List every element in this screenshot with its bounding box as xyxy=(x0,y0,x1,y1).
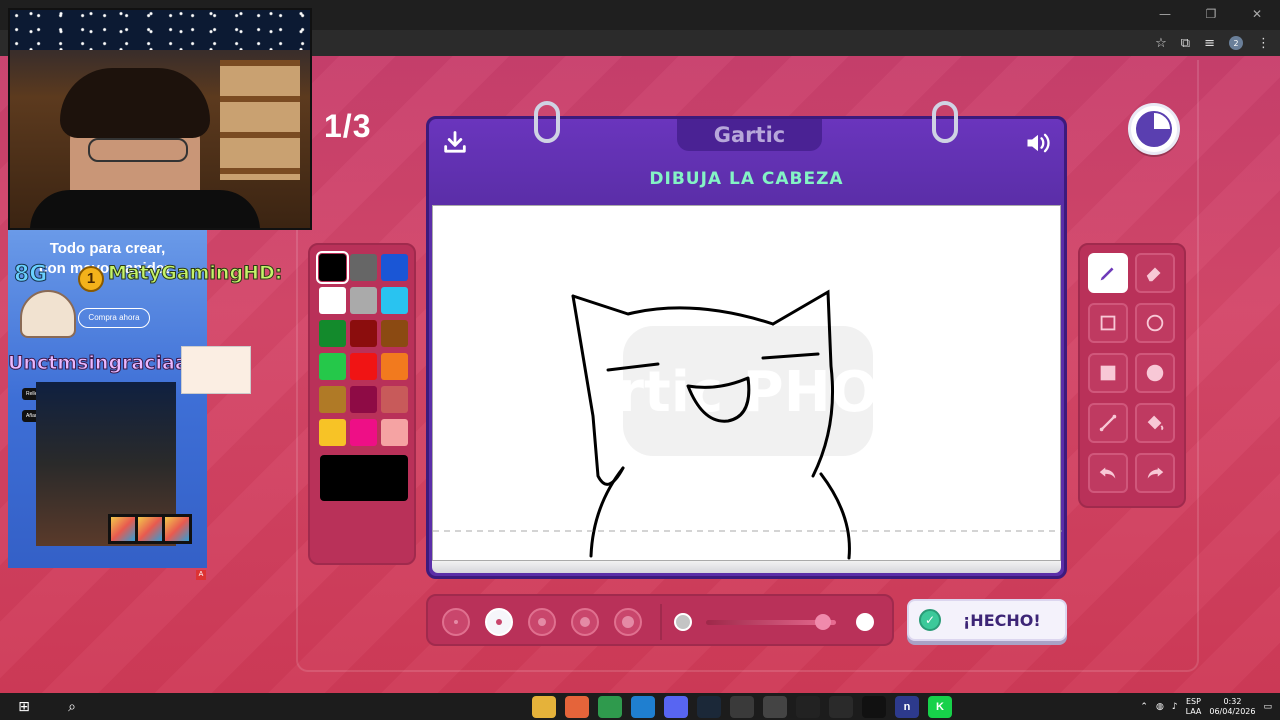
color-swatch[interactable] xyxy=(381,353,408,380)
brush-size-option[interactable] xyxy=(571,608,599,636)
color-swatch[interactable] xyxy=(381,320,408,347)
line-icon[interactable] xyxy=(1088,403,1128,443)
restore-button[interactable]: ❐ xyxy=(1188,0,1234,28)
ad-title: Todo para crear, xyxy=(49,240,166,257)
color-swatch[interactable] xyxy=(350,254,377,281)
download-icon[interactable] xyxy=(441,129,469,157)
round-counter: 1/3 xyxy=(324,108,372,144)
current-color-preview xyxy=(320,455,408,501)
drawing-instruction: DIBUJA LA CABEZA xyxy=(649,169,844,189)
drawing-canvas[interactable]: Gartic PHONE xyxy=(432,205,1062,561)
obs-icon[interactable] xyxy=(730,696,754,718)
color-swatch[interactable] xyxy=(350,419,377,446)
color-swatch[interactable] xyxy=(381,419,408,446)
fill-bucket-icon[interactable] xyxy=(1135,403,1175,443)
minimize-button[interactable]: — xyxy=(1142,0,1188,28)
firefox-icon[interactable] xyxy=(565,696,589,718)
ellipse-outline-icon[interactable] xyxy=(1135,303,1175,343)
color-swatch[interactable] xyxy=(350,386,377,413)
webcam-overlay xyxy=(8,8,312,230)
discord-icon[interactable] xyxy=(664,696,688,718)
chat-username-1: MatyGamingHD: xyxy=(107,262,283,285)
color-swatch[interactable] xyxy=(350,320,377,347)
bookmark-star-icon[interactable]: ☆ xyxy=(1155,36,1167,51)
checkmark-icon: ✓ xyxy=(919,609,941,631)
color-swatch[interactable] xyxy=(319,386,346,413)
timer-icon xyxy=(1128,103,1180,155)
terminal-icon[interactable] xyxy=(862,696,886,718)
color-swatch[interactable] xyxy=(381,254,408,281)
drawing-board: Gartic DIBUJA LA CABEZA Gartic PHONE xyxy=(426,101,1067,579)
ad-cta-button[interactable]: Compra ahora xyxy=(78,308,150,328)
windows-start-icon[interactable]: ⊞ xyxy=(0,693,48,720)
steam-icon[interactable] xyxy=(697,696,721,718)
opacity-max-icon xyxy=(856,613,874,631)
opacity-slider-handle[interactable] xyxy=(815,614,831,630)
brush-size-option[interactable] xyxy=(528,608,556,636)
rectangle-outline-icon[interactable] xyxy=(1088,303,1128,343)
done-button[interactable]: ✓ ¡HECHO! xyxy=(907,599,1067,641)
kick-icon[interactable]: K xyxy=(928,696,952,718)
board-header: Gartic DIBUJA LA CABEZA xyxy=(429,119,1064,203)
undo-icon[interactable] xyxy=(1088,453,1128,493)
media-controls-icon[interactable]: ≡ xyxy=(1204,36,1215,51)
search-icon[interactable]: ⌕ xyxy=(48,693,96,720)
calculator-icon[interactable] xyxy=(763,696,787,718)
ad-marker: A xyxy=(196,570,206,580)
done-button-label: ¡HECHO! xyxy=(963,610,1041,630)
chat-emote-image xyxy=(181,346,251,394)
ad-mascot-image xyxy=(20,290,76,338)
file-explorer-icon[interactable] xyxy=(532,696,556,718)
eraser-icon[interactable] xyxy=(1135,253,1175,293)
color-swatch[interactable] xyxy=(381,287,408,314)
recorder-icon[interactable] xyxy=(796,696,820,718)
windows-taskbar: ⊞ ⌕ nK ⌃ ◍ ♪ ESP LAA 0:32 06/04/2026 ▭ xyxy=(0,693,1280,720)
network-icon[interactable]: ◍ xyxy=(1156,702,1164,712)
color-swatch[interactable] xyxy=(350,287,377,314)
window-controls: — ❐ ✕ xyxy=(1142,0,1280,28)
pencil-icon[interactable] xyxy=(1088,253,1128,293)
system-tray: ⌃ ◍ ♪ ESP LAA 0:32 06/04/2026 ▭ xyxy=(1140,693,1272,720)
language-indicator[interactable]: ESP LAA xyxy=(1186,697,1202,717)
volume-icon[interactable] xyxy=(1024,129,1052,157)
brush-size-option[interactable] xyxy=(485,608,513,636)
brush-size-option[interactable] xyxy=(614,608,642,636)
browser-menu-icon[interactable]: ⋮ xyxy=(1257,36,1270,51)
tray-chevron-icon[interactable]: ⌃ xyxy=(1140,702,1148,712)
canvas-drawing: Gartic PHONE xyxy=(433,289,1062,560)
gartic-logo: Gartic xyxy=(677,119,822,151)
ellipse-filled-icon[interactable] xyxy=(1135,353,1175,393)
opacity-min-icon xyxy=(674,613,692,631)
n-app-icon[interactable]: n xyxy=(895,696,919,718)
color-swatch[interactable] xyxy=(381,386,408,413)
color-palette xyxy=(308,243,416,565)
clock[interactable]: 0:32 06/04/2026 xyxy=(1209,697,1255,717)
chat-level-badge: 1 xyxy=(78,266,104,292)
ad-thumbnail-strip xyxy=(108,514,192,544)
rectangle-filled-icon[interactable] xyxy=(1088,353,1128,393)
close-window-button[interactable]: ✕ xyxy=(1234,0,1280,28)
binder-ring-left xyxy=(534,101,560,143)
brush-size-option[interactable] xyxy=(442,608,470,636)
edge-icon[interactable] xyxy=(631,696,655,718)
chat-sub-badge: 8G xyxy=(14,262,48,288)
color-swatch[interactable] xyxy=(319,353,346,380)
color-swatch[interactable] xyxy=(350,353,377,380)
volume-tray-icon[interactable]: ♪ xyxy=(1172,702,1178,712)
color-swatch[interactable] xyxy=(316,251,349,284)
chat-username-2: Unctmsingraciaa: xyxy=(7,352,196,375)
color-swatch[interactable] xyxy=(319,287,346,314)
redo-icon[interactable] xyxy=(1135,453,1175,493)
chrome-icon[interactable] xyxy=(598,696,622,718)
tool-panel xyxy=(1078,243,1186,508)
play-icon[interactable] xyxy=(829,696,853,718)
extensions-icon[interactable]: ⧉ xyxy=(1181,36,1190,51)
binder-ring-right xyxy=(932,101,958,143)
color-swatch[interactable] xyxy=(319,320,346,347)
brush-controls xyxy=(426,594,894,646)
profile-avatar[interactable]: 2 xyxy=(1229,36,1243,50)
notifications-icon[interactable]: ▭ xyxy=(1263,702,1272,712)
color-swatch[interactable] xyxy=(319,419,346,446)
